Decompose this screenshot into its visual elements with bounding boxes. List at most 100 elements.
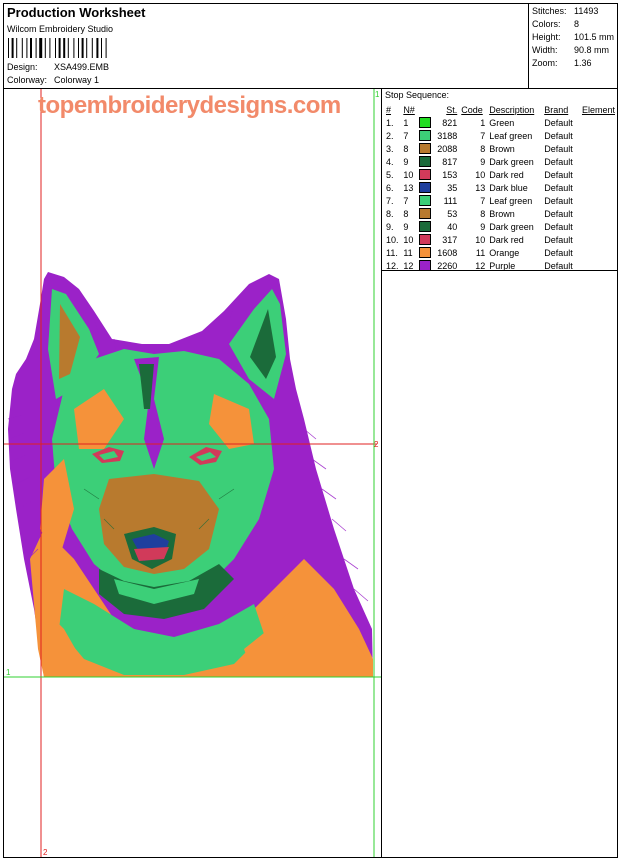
stat-label: Colors: — [532, 19, 561, 29]
barcode-bar — [35, 38, 37, 58]
col-header-swatch — [417, 103, 434, 116]
stat-label: Height: — [532, 32, 561, 42]
color-swatch-icon — [419, 117, 432, 129]
color-swatch — [417, 129, 434, 142]
color-swatch-icon — [419, 234, 432, 246]
stat-stitches: Stitches: 11493 — [532, 6, 598, 16]
color-description: Leaf green — [489, 195, 533, 206]
stop-index: 2. — [386, 130, 394, 141]
color-element — [580, 246, 617, 259]
guide-mark-2: 2 — [374, 440, 379, 449]
needle-number: 1 — [403, 117, 409, 128]
needle-number: 10 — [403, 234, 414, 245]
barcode-bar — [73, 38, 75, 58]
col-header-element: Element — [581, 104, 615, 115]
color-brand: Default — [544, 130, 573, 141]
color-brand: Default — [544, 208, 573, 219]
col-header-brand: Brand — [544, 104, 569, 115]
stitch-count: 317 — [442, 234, 458, 245]
embroidery-design-image: 2 2 1 1 — [4, 89, 381, 857]
stop-sequence-divider — [381, 270, 617, 271]
stitch-count: 111 — [443, 195, 458, 206]
color-swatch-icon — [419, 195, 432, 207]
stop-index: 1. — [386, 117, 394, 128]
color-swatch — [417, 207, 434, 220]
worksheet-header: Production Worksheet Wilcom Embroidery S… — [4, 4, 528, 88]
color-code: 9 — [480, 156, 486, 167]
table-row: 8. 8 53 8 Brown Default — [384, 207, 617, 220]
stat-height: Height: 101.5 mm — [532, 32, 614, 42]
col-header-num: # — [386, 104, 392, 115]
stop-index: 6. — [386, 182, 394, 193]
stop-index: 9. — [386, 221, 394, 232]
color-code: 8 — [480, 143, 486, 154]
stitch-count: 53 — [447, 208, 458, 219]
stop-rows: 1. 1 821 1 Green Default 2. 7 3188 7 Leaf green Def… — [384, 116, 617, 272]
colorway-value: Colorway 1 — [54, 75, 100, 85]
stat-value: 90.8 mm — [574, 45, 610, 55]
barcode-bar — [81, 38, 84, 58]
barcode-bar — [30, 38, 32, 58]
stop-index: 11. — [386, 247, 398, 258]
color-code: 7 — [480, 130, 486, 141]
color-swatch — [417, 246, 434, 259]
stop-index: 3. — [386, 143, 394, 154]
color-code: 10 — [475, 169, 486, 180]
needle-number: 9 — [403, 221, 409, 232]
stitch-count: 40 — [447, 221, 458, 232]
color-code: 9 — [480, 221, 486, 232]
color-code: 7 — [480, 195, 486, 206]
color-element — [580, 220, 617, 233]
design-value: XSA499.EMB — [54, 62, 110, 72]
color-description: Dark red — [489, 234, 524, 245]
color-swatch-icon — [419, 247, 432, 259]
barcode-bar — [55, 38, 56, 58]
stats-panel: Stitches: 11493 Colors: 8 Height: 101.5 mm … — [528, 4, 618, 88]
color-element — [580, 116, 617, 129]
stop-index: 5. — [386, 169, 394, 180]
barcode-bar — [49, 38, 51, 58]
stat-value: 1.36 — [574, 58, 592, 68]
needle-number: 7 — [403, 130, 409, 141]
watermark-logo: topembroiderydesigns.com — [38, 92, 341, 119]
stat-value: 8 — [574, 19, 580, 29]
color-swatch-icon — [419, 208, 432, 220]
color-brand: Default — [544, 195, 573, 206]
barcode-bar — [96, 38, 99, 58]
needle-number: 9 — [403, 156, 409, 167]
color-swatch — [417, 233, 434, 246]
stat-colors: Colors: 8 — [532, 19, 579, 29]
table-row: 11. 11 1608 11 Orange Default — [384, 246, 617, 259]
stitch-count: 3188 — [437, 130, 458, 141]
stat-value: 11493 — [574, 6, 599, 16]
table-row: 9. 9 40 9 Dark green Default — [384, 220, 617, 233]
needle-number: 7 — [403, 195, 409, 206]
barcode-bar — [101, 38, 102, 58]
panel-divider — [381, 88, 382, 857]
stop-index: 10. — [386, 234, 399, 245]
color-brand: Default — [544, 143, 573, 154]
color-description: Brown — [489, 208, 515, 219]
table-row: 4. 9 817 9 Dark green Default — [384, 155, 617, 168]
color-description: Dark red — [489, 169, 524, 180]
design-label: Design: — [7, 62, 38, 72]
barcode-bar — [11, 38, 14, 58]
color-swatch — [417, 142, 434, 155]
table-row: 3. 8 2088 8 Brown Default — [384, 142, 617, 155]
needle-number: 13 — [403, 182, 414, 193]
color-description: Dark green — [489, 221, 534, 232]
stat-label: Stitches: — [532, 6, 567, 16]
col-header-code: Code — [461, 104, 483, 115]
table-row: 10. 10 317 10 Dark red Default — [384, 233, 617, 246]
stat-label: Width: — [532, 45, 558, 55]
color-swatch-icon — [419, 156, 432, 168]
color-swatch — [417, 168, 434, 181]
color-brand: Default — [544, 247, 573, 258]
color-code: 1 — [480, 117, 486, 128]
color-description: Dark blue — [489, 182, 528, 193]
guide-mark-1-top: 1 — [375, 90, 380, 99]
barcode-bar — [21, 38, 23, 58]
barcode-bar — [105, 38, 107, 58]
barcode-bar — [44, 38, 46, 58]
color-element — [580, 181, 617, 194]
